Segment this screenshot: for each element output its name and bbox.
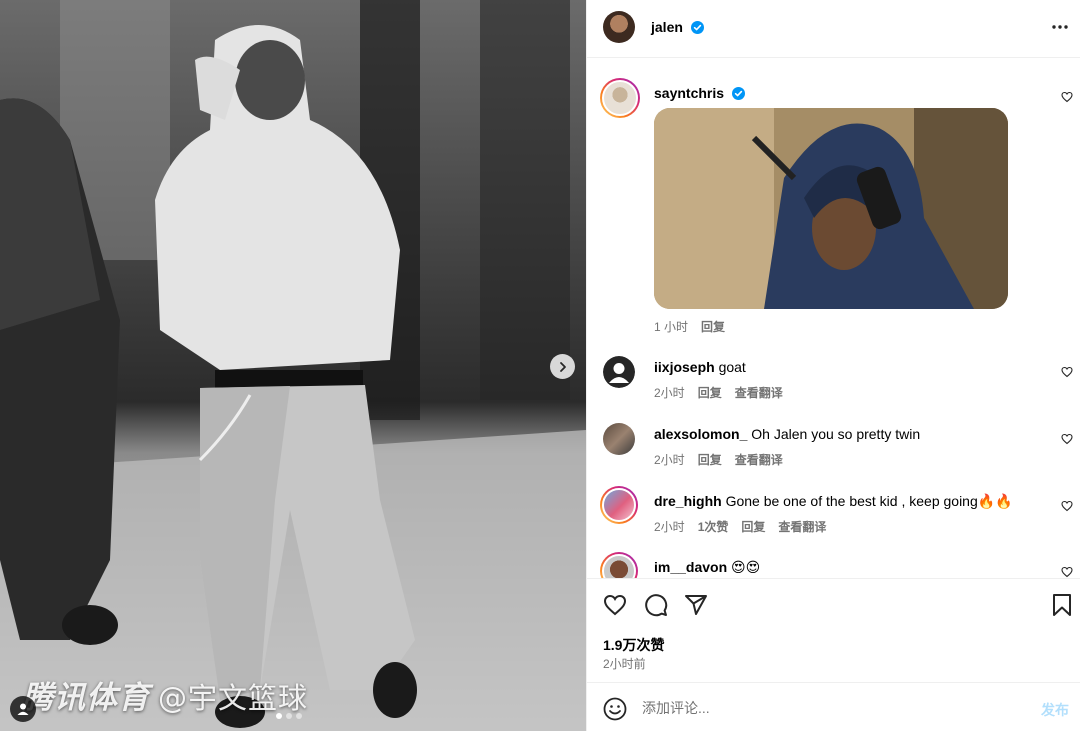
story-ring[interactable] — [600, 486, 638, 524]
comment-username[interactable]: im__davon — [654, 559, 727, 575]
comment-username[interactable]: sayntchris — [654, 85, 724, 101]
comment-time: 2小时 — [654, 453, 685, 467]
share-paper-plane-icon[interactable] — [684, 593, 708, 617]
comment-like-icon[interactable] — [1061, 366, 1073, 378]
reply-button[interactable]: 回复 — [698, 451, 722, 468]
story-ring[interactable] — [600, 78, 640, 118]
commenter-avatar — [602, 80, 638, 116]
comment-username[interactable]: iixjoseph — [654, 359, 715, 375]
reply-button[interactable]: 回复 — [701, 318, 725, 335]
comment-time: 1 小时 — [654, 320, 689, 334]
carousel-next-button[interactable] — [550, 354, 575, 379]
watermark-brand: 腾讯体育 — [22, 680, 150, 716]
comment-item: sayntchris 1 小时 回复 — [587, 76, 1080, 336]
reply-button[interactable]: 回复 — [698, 384, 722, 401]
emoji-icon[interactable] — [603, 697, 627, 721]
comment-username[interactable]: alexsolomon_ — [654, 426, 747, 442]
comment-meta: 2小时 1次赞 回复 查看翻译 — [654, 518, 826, 535]
chevron-right-icon — [559, 361, 566, 372]
comment-like-icon[interactable] — [1061, 566, 1073, 578]
person-icon — [17, 703, 29, 715]
comment-text: goat — [718, 359, 746, 375]
default-avatar-icon — [603, 356, 635, 388]
author-username[interactable]: jalen — [651, 19, 683, 35]
comment-input[interactable] — [642, 693, 1022, 723]
comment-username[interactable]: dre_highh — [654, 493, 722, 509]
watermark: 腾讯体育 @宇文篮球 — [22, 672, 308, 717]
save-bookmark-icon[interactable] — [1051, 593, 1073, 617]
tagged-users-button[interactable] — [10, 696, 36, 722]
post-side-panel: jalen sayntchris 1 小时 回复 iixjoseph goat … — [586, 0, 1080, 731]
comment-text: Oh Jalen you so pretty twin — [751, 426, 921, 442]
commenter-avatar — [602, 488, 636, 522]
carousel-dot — [276, 713, 282, 719]
commenter-avatar — [602, 554, 636, 578]
like-count[interactable]: 1.9万次赞 — [603, 635, 664, 655]
comment-item: iixjoseph goat 2小时 回复 查看翻译 — [587, 352, 1080, 412]
comment-item: dre_highh Gone be one of the best kid , … — [587, 484, 1080, 546]
comment-text: Gone be one of the best kid , keep going… — [725, 493, 1013, 509]
post-header: jalen — [587, 0, 1080, 58]
comment-meta: 2小时 回复 查看翻译 — [654, 451, 783, 468]
reply-button[interactable]: 回复 — [741, 518, 765, 535]
comment-like-icon[interactable] — [1061, 91, 1073, 103]
author-avatar[interactable] — [603, 11, 635, 43]
comment-item: alexsolomon_ Oh Jalen you so pretty twin… — [587, 419, 1080, 479]
watermark-handle: @宇文篮球 — [158, 681, 309, 715]
comment-text: 😍😍 — [731, 559, 761, 575]
comment-image[interactable] — [654, 108, 1008, 309]
comment-meta: 2小时 回复 查看翻译 — [654, 384, 783, 401]
add-comment-bar: 发布 — [587, 682, 1080, 731]
verified-badge-icon — [731, 87, 745, 100]
verified-badge-icon — [691, 21, 705, 34]
post-timestamp[interactable]: 2小时前 — [603, 655, 646, 672]
commenter-avatar[interactable] — [603, 356, 635, 388]
like-heart-icon[interactable] — [603, 593, 627, 617]
comment-like-count[interactable]: 1次赞 — [698, 518, 729, 535]
post-photo[interactable]: 腾讯体育 @宇文篮球 — [0, 0, 586, 731]
comment-like-icon[interactable] — [1061, 500, 1073, 512]
post-actions: 1.9万次赞 2小时前 — [587, 578, 1080, 682]
hooded-figure-image — [654, 108, 1008, 309]
story-ring[interactable] — [600, 552, 638, 578]
more-options-icon[interactable] — [1051, 18, 1069, 36]
comment-item: im__davon 😍😍 — [587, 550, 1080, 578]
carousel-dot — [286, 713, 292, 719]
carousel-dot — [296, 713, 302, 719]
commenter-avatar[interactable] — [603, 423, 635, 455]
see-translation-button[interactable]: 查看翻译 — [735, 451, 783, 468]
see-translation-button[interactable]: 查看翻译 — [735, 384, 783, 401]
comment-time: 2小时 — [654, 520, 685, 534]
street-photo — [0, 0, 586, 731]
see-translation-button[interactable]: 查看翻译 — [778, 518, 826, 535]
carousel-indicator — [276, 713, 302, 719]
post-comment-button[interactable]: 发布 — [1041, 700, 1069, 720]
comment-bubble-icon[interactable] — [644, 593, 668, 617]
comment-like-icon[interactable] — [1061, 433, 1073, 445]
comment-time: 2小时 — [654, 386, 685, 400]
comment-meta: 1 小时 回复 — [654, 318, 725, 335]
